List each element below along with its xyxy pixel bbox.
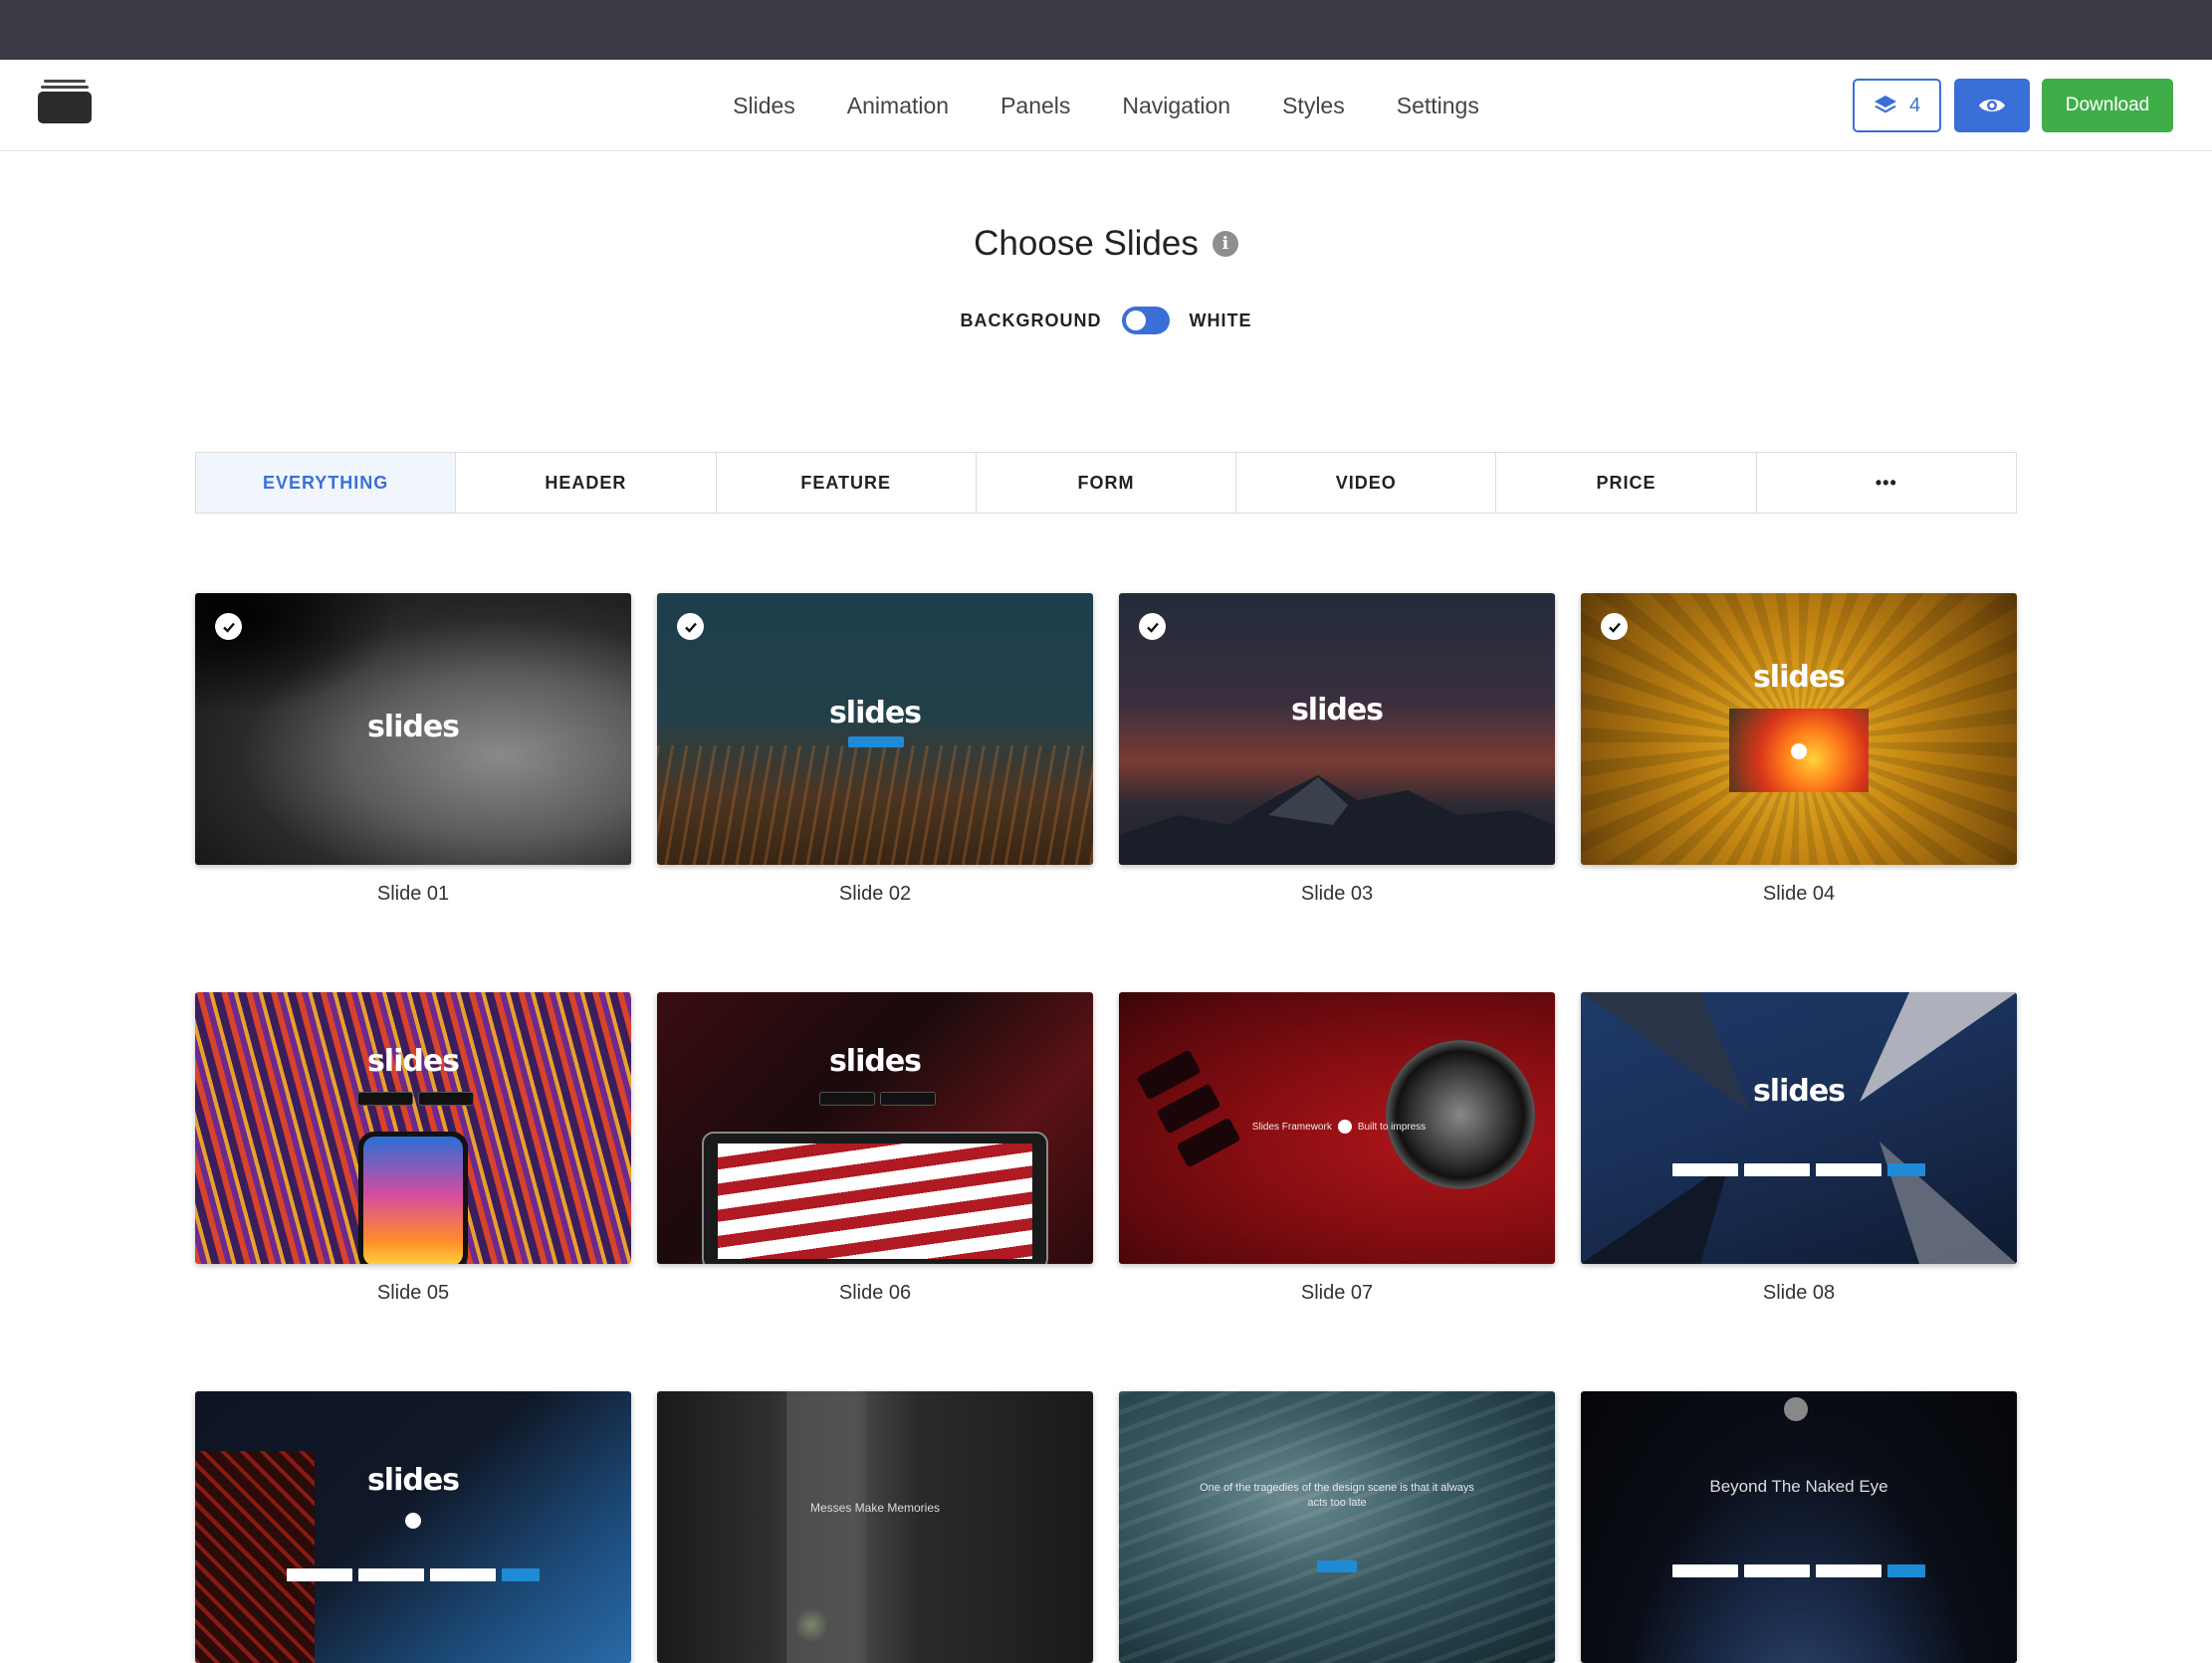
filter-tab-video[interactable]: VIDEO	[1236, 453, 1497, 513]
slide-thumbnail[interactable]: slides	[1119, 593, 1555, 865]
slide-brand-text: slides	[1290, 693, 1384, 728]
slide-caption: Slide 03	[1300, 883, 1374, 905]
slide-thumbnail[interactable]: Messes Make Memories	[657, 1391, 1093, 1663]
background-toggle-switch[interactable]	[1121, 307, 1170, 334]
slide-brand-text: slides	[1752, 1074, 1846, 1109]
preview-button[interactable]	[1954, 79, 2030, 132]
slide-thumbnail[interactable]: One of the tragedies of the design scene…	[1119, 1391, 1555, 1663]
toggle-label-background: BACKGROUND	[960, 310, 1102, 330]
category-filter-tabs: EVERYTHING HEADER FEATURE FORM VIDEO PRI…	[195, 452, 2017, 514]
slide-card[interactable]: slides Slide 03	[1119, 593, 1555, 906]
slide-brand-text: slides	[366, 1463, 460, 1498]
download-button[interactable]: Download	[2042, 79, 2173, 132]
slide-thumbnail[interactable]: slides	[657, 593, 1093, 865]
slide-card[interactable]: One of the tragedies of the design scene…	[1119, 1391, 1555, 1663]
page-title: Choose Slides	[974, 224, 1199, 263]
logo-icon[interactable]	[38, 80, 92, 123]
slide-caption: Slide 07	[1300, 1282, 1374, 1304]
slide-caption: Slide 04	[1762, 883, 1836, 905]
filter-tab-more[interactable]: •••	[1757, 453, 2016, 513]
layers-icon	[1874, 96, 1896, 113]
toggle-label-white: WHITE	[1189, 310, 1252, 330]
slide-brand-text: slides	[366, 710, 460, 744]
layers-count: 4	[1908, 94, 1921, 116]
slide-headline: Beyond The Naked Eye	[1709, 1477, 1888, 1496]
slide-caption: Slide 08	[1762, 1282, 1836, 1304]
slide-card[interactable]: slides Slide 06	[657, 992, 1093, 1305]
filter-tab-form[interactable]: FORM	[977, 453, 1237, 513]
slide-thumbnail[interactable]: slides	[657, 992, 1093, 1264]
slide-thumbnail[interactable]: slides	[1581, 593, 2017, 865]
slide-thumbnail[interactable]: slides	[1581, 992, 2017, 1264]
page-heading: Choose Slides i	[0, 224, 2212, 264]
slide-thumbnail[interactable]: slides	[195, 593, 631, 865]
slide-brand-text: slides	[828, 696, 922, 730]
menu-item-navigation[interactable]: Navigation	[1122, 93, 1230, 119]
selected-check-icon	[1139, 613, 1166, 640]
slide-card[interactable]: slides Slide 04	[1581, 593, 2017, 906]
slide-card[interactable]: slides Slide 02	[657, 593, 1093, 906]
filter-tab-feature[interactable]: FEATURE	[717, 453, 977, 513]
play-icon	[1337, 1120, 1352, 1134]
selected-check-icon	[1601, 613, 1628, 640]
info-icon[interactable]: i	[1212, 231, 1238, 257]
slide-caption: Slide 02	[838, 883, 912, 905]
menu-item-panels[interactable]: Panels	[1000, 93, 1070, 119]
slide-thumbnail[interactable]: Slides Framework Built to impress	[1119, 992, 1555, 1264]
selected-check-icon	[215, 613, 242, 640]
slide-brand-text: slides	[828, 1044, 922, 1079]
slide-headline: One of the tragedies of the design scene…	[1200, 1482, 1474, 1509]
slide-card[interactable]: Messes Make Memories	[657, 1391, 1093, 1663]
slide-card[interactable]: slides Slide 08	[1581, 992, 2017, 1305]
slide-brand-text: slides	[366, 1044, 460, 1079]
menu-item-slides[interactable]: Slides	[733, 93, 795, 119]
slide-text-right: Built to impress	[1357, 1121, 1427, 1133]
slide-thumbnail[interactable]: Beyond The Naked Eye	[1581, 1391, 2017, 1663]
slide-card[interactable]: slides Slide 05	[195, 992, 631, 1305]
app-navbar: Slides Animation Panels Navigation Style…	[0, 60, 2212, 151]
menu-item-styles[interactable]: Styles	[1282, 93, 1345, 119]
menu-item-settings[interactable]: Settings	[1397, 93, 1479, 119]
selected-check-icon	[677, 613, 704, 640]
background-toggle-row: BACKGROUND WHITE	[0, 307, 2212, 334]
slide-brand-text: slides	[1752, 660, 1846, 695]
slide-headline: Messes Make Memories	[809, 1501, 941, 1515]
slide-card[interactable]: slides	[195, 1391, 631, 1663]
filter-tab-price[interactable]: PRICE	[1496, 453, 1757, 513]
filter-tab-header[interactable]: HEADER	[456, 453, 717, 513]
menu-item-animation[interactable]: Animation	[847, 93, 949, 119]
slide-thumbnail[interactable]: slides	[195, 992, 631, 1264]
slide-card[interactable]: slides Slide 01	[195, 593, 631, 906]
slide-caption: Slide 05	[376, 1282, 450, 1304]
browser-top-bar	[0, 0, 2212, 60]
slide-thumbnail[interactable]: slides	[195, 1391, 631, 1663]
play-icon	[405, 1513, 421, 1529]
layers-button[interactable]: 4	[1853, 79, 1941, 132]
slide-text-left: Slides Framework	[1251, 1121, 1332, 1133]
slide-card[interactable]: Slides Framework Built to impress Slide …	[1119, 992, 1555, 1305]
slide-caption: Slide 06	[838, 1282, 912, 1304]
slide-card[interactable]: Beyond The Naked Eye	[1581, 1391, 2017, 1663]
filter-tab-everything[interactable]: EVERYTHING	[196, 453, 457, 513]
eye-icon	[1979, 100, 2005, 111]
slide-caption: Slide 01	[376, 883, 450, 905]
